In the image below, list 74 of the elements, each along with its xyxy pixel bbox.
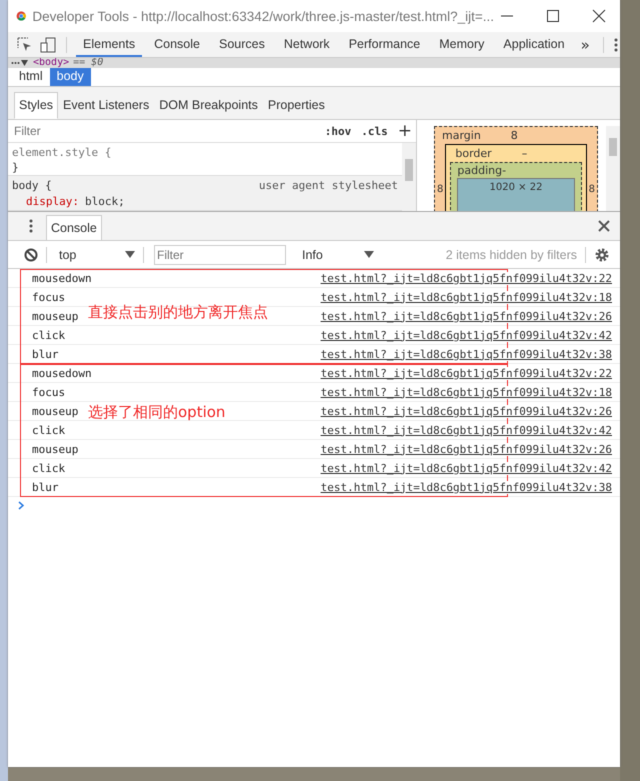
css-selector: body { bbox=[12, 178, 52, 194]
log-message: mousedown bbox=[32, 366, 92, 380]
hidden-items-note: 2 items hidden by filters bbox=[446, 248, 577, 262]
log-message: focus bbox=[32, 290, 66, 304]
border-value: – bbox=[522, 147, 528, 160]
log-message: mousedown bbox=[32, 272, 92, 284]
source-link[interactable]: test.html?_ijt=ld8c6gbt1jq5fnf099ilu4t32v:26 bbox=[320, 442, 612, 456]
source-link[interactable]: test.html?_ijt=ld8c6gbt1jq5fnf099ilu4t32v:18 bbox=[320, 290, 612, 304]
log-message: click bbox=[32, 462, 66, 474]
margin-left-value: 8 bbox=[437, 184, 444, 195]
sidebar-tab[interactable]: Properties bbox=[262, 92, 330, 119]
panel-tab[interactable]: Console bbox=[147, 32, 207, 56]
source-link[interactable]: test.html?_ijt=ld8c6gbt1jq5fnf099ilu4t32v:22 bbox=[320, 366, 612, 380]
panel-tab[interactable]: Application bbox=[496, 32, 572, 56]
margin-value: 8 bbox=[510, 129, 518, 142]
source-link[interactable]: test.html?_ijt=ld8c6gbt1jq5fnf099ilu4t32v:22 bbox=[320, 272, 612, 284]
breadcrumb[interactable]: html bbox=[12, 68, 50, 86]
panel-tab[interactable]: Sources bbox=[212, 32, 272, 56]
annotation-text: 直接点击别的地方离开焦点 bbox=[88, 302, 268, 322]
close-icon[interactable] bbox=[592, 9, 606, 23]
padding-label: padding- bbox=[457, 164, 508, 177]
scrollbar[interactable] bbox=[606, 126, 620, 211]
source-link[interactable]: test.html?_ijt=ld8c6gbt1jq5fnf099ilu4t32v:18 bbox=[320, 386, 612, 398]
scrollbar[interactable] bbox=[402, 143, 416, 211]
css-property: display: bbox=[26, 195, 79, 208]
hover-toggle[interactable]: :hov bbox=[324, 124, 352, 138]
log-message: mouseup bbox=[32, 310, 78, 322]
clear-console-icon[interactable] bbox=[24, 248, 38, 262]
more-options-icon[interactable] bbox=[28, 218, 34, 234]
log-message: blur bbox=[32, 480, 58, 494]
level-dropdown[interactable]: Info bbox=[294, 248, 374, 262]
panel-tab[interactable]: Network bbox=[276, 32, 337, 56]
log-message: mouseup bbox=[32, 442, 78, 456]
sidebar-tab[interactable]: Styles bbox=[14, 92, 58, 119]
drawer-tab[interactable]: Console bbox=[46, 215, 102, 240]
filter-field[interactable]: Filter bbox=[154, 244, 286, 264]
source-link[interactable]: test.html?_ijt=ld8c6gbt1jq5fnf099ilu4t32v:38 bbox=[320, 480, 612, 494]
more-options-icon[interactable] bbox=[612, 36, 619, 52]
source-link[interactable]: test.html?_ijt=ld8c6gbt1jq5fnf099ilu4t32v:42 bbox=[320, 424, 612, 436]
maximize-icon[interactable] bbox=[546, 9, 560, 23]
content-size: 1020 × 22 bbox=[490, 182, 542, 193]
log-message: click bbox=[32, 424, 66, 436]
log-message: focus bbox=[32, 386, 66, 398]
css-value: block; bbox=[84, 195, 125, 208]
margin-right-value: 8 bbox=[588, 184, 595, 195]
class-toggle[interactable]: .cls bbox=[361, 124, 388, 138]
panel-tab[interactable]: Performance bbox=[342, 32, 428, 56]
source-link[interactable]: test.html?_ijt=ld8c6gbt1jq5fnf099ilu4t32v:42 bbox=[320, 462, 612, 474]
log-message: click bbox=[32, 328, 66, 342]
source-link[interactable]: test.html?_ijt=ld8c6gbt1jq5fnf099ilu4t32v:26 bbox=[320, 404, 612, 418]
device-icon[interactable] bbox=[39, 36, 57, 54]
settings-icon[interactable] bbox=[594, 246, 610, 262]
border-label: border bbox=[455, 147, 492, 160]
breadcrumb[interactable]: body bbox=[50, 68, 91, 86]
annotation-text: 选择了相同的option bbox=[88, 402, 226, 422]
close-icon[interactable] bbox=[598, 220, 610, 232]
window-title: Developer Tools - http://localhost:63342/work/three.js-master/test.html?_ijt=... bbox=[32, 8, 494, 24]
margin-label: margin bbox=[442, 129, 481, 142]
source-link[interactable]: test.html?_ijt=ld8c6gbt1jq5fnf099ilu4t32v:26 bbox=[320, 310, 612, 322]
log-message: blur bbox=[32, 348, 58, 360]
log-message: mouseup bbox=[32, 404, 78, 418]
sidebar-tab[interactable]: DOM Breakpoints bbox=[154, 92, 263, 119]
source-link[interactable]: test.html?_ijt=ld8c6gbt1jq5fnf099ilu4t32v:42 bbox=[320, 328, 612, 342]
rule-source: user agent stylesheet bbox=[258, 178, 398, 194]
prompt-chevron-icon[interactable] bbox=[18, 501, 24, 510]
closing-brace: } bbox=[12, 161, 20, 174]
add-rule-button[interactable]: + bbox=[398, 121, 412, 141]
more-tabs-button[interactable]: » bbox=[576, 36, 594, 54]
expand-arrow-icon[interactable] bbox=[11, 59, 29, 67]
css-selector: element.style { bbox=[12, 145, 112, 161]
context-dropdown[interactable]: top bbox=[55, 248, 135, 262]
panel-tab[interactable]: Memory bbox=[432, 32, 492, 56]
source-link[interactable]: test.html?_ijt=ld8c6gbt1jq5fnf099ilu4t32v:38 bbox=[320, 348, 612, 360]
sidebar-tab[interactable]: Event Listeners bbox=[58, 92, 154, 119]
